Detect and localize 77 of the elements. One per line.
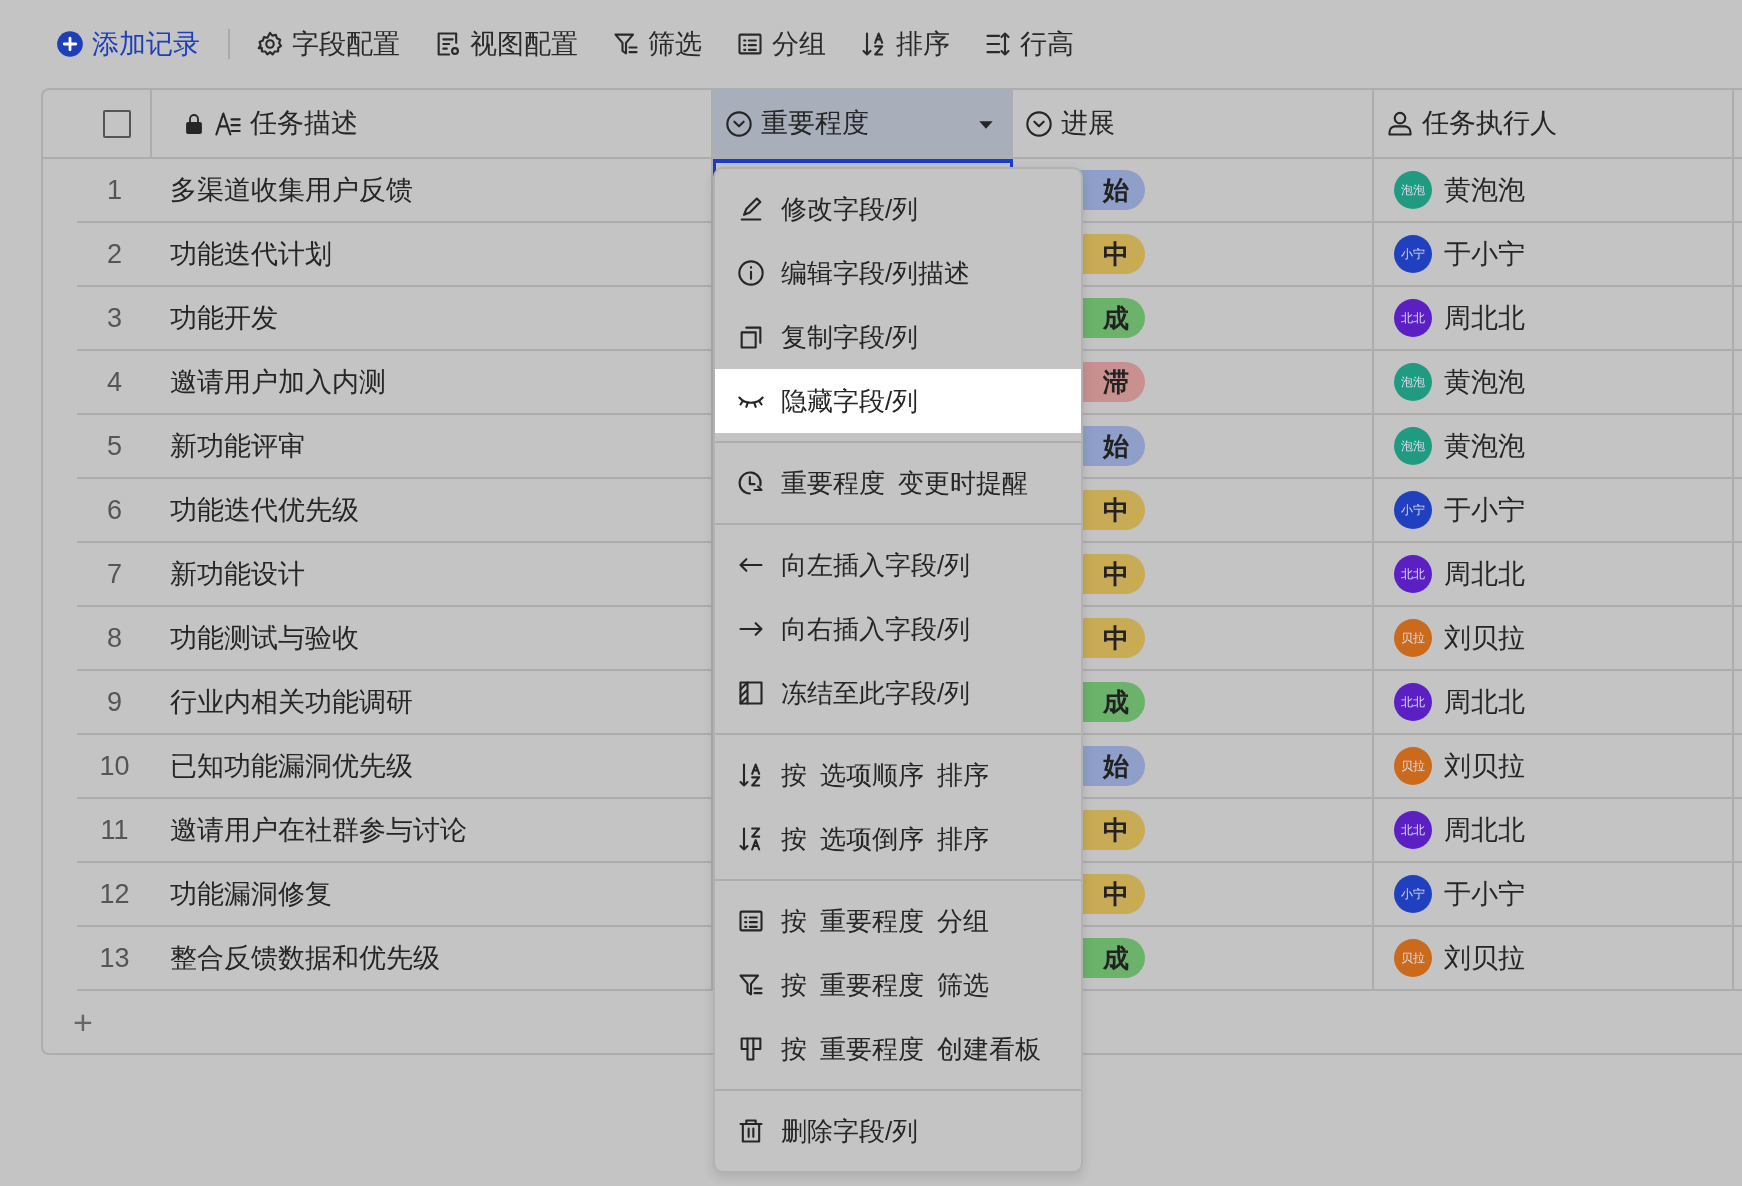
person-name: 周北北 <box>1444 813 1525 847</box>
menu-item[interactable]: 删除字段/列 <box>715 1099 1081 1163</box>
clock-icon <box>737 469 765 497</box>
avatar: 北北 <box>1394 555 1432 593</box>
person-name: 周北北 <box>1444 685 1525 719</box>
table-cell-text: 邀请用户在社群参与讨论 <box>170 813 467 847</box>
row-number: 7 <box>107 557 122 591</box>
person-name: 刘贝拉 <box>1444 621 1525 655</box>
table-cell-text: 整合反馈数据和优先级 <box>170 941 440 975</box>
row-number: 4 <box>107 365 122 399</box>
column-header[interactable]: 进展 <box>1013 90 1374 157</box>
table-cell-text: 功能迭代计划 <box>170 237 332 271</box>
menu-item[interactable]: 按 重要程度 创建看板 <box>715 1017 1081 1081</box>
dropdown-field-icon <box>725 109 753 138</box>
table-cell-text: 功能开发 <box>170 301 278 335</box>
table-cell-text: 功能漏洞修复 <box>170 877 332 911</box>
menu-item[interactable]: 隐藏字段/列 <box>715 369 1081 433</box>
toolbar-button[interactable]: 筛选 <box>602 19 712 69</box>
row-number: 2 <box>107 237 122 271</box>
person-name: 黄泡泡 <box>1444 173 1525 207</box>
avatar: 贝拉 <box>1394 939 1432 977</box>
row-number: 5 <box>107 429 122 463</box>
row-number: 13 <box>99 941 130 975</box>
avatar: 泡泡 <box>1394 171 1432 209</box>
person-name: 于小宁 <box>1444 493 1525 527</box>
person-name: 黄泡泡 <box>1444 429 1525 463</box>
toolbar-button[interactable]: 字段配置 <box>246 19 410 69</box>
avatar: 小宁 <box>1394 491 1432 529</box>
person-name: 于小宁 <box>1444 877 1525 911</box>
avatar: 小宁 <box>1394 235 1432 273</box>
person-name: 周北北 <box>1444 301 1525 335</box>
row-number: 11 <box>100 813 129 847</box>
toolbar-button[interactable]: 行高 <box>974 19 1084 69</box>
avatar: 泡泡 <box>1394 363 1432 401</box>
table-cell-text: 行业内相关功能调研 <box>170 685 413 719</box>
avatar: 贝拉 <box>1394 747 1432 785</box>
table-cell-text: 功能测试与验收 <box>170 621 359 655</box>
row-number: 8 <box>107 621 122 655</box>
table-cell-text: 功能迭代优先级 <box>170 493 359 527</box>
toolbar-button[interactable]: 视图配置 <box>424 19 588 69</box>
checkbox[interactable] <box>102 109 131 138</box>
dropdown-field-icon <box>1025 109 1053 138</box>
toolbar-button[interactable]: 添加记录 <box>46 19 210 69</box>
person-name: 黄泡泡 <box>1444 365 1525 399</box>
row-number: 3 <box>107 301 122 335</box>
column-header[interactable]: 重要程度 <box>713 90 1013 157</box>
row-number: 6 <box>107 493 122 527</box>
add-icon <box>56 30 84 58</box>
info-icon <box>737 259 765 287</box>
row-height-icon <box>984 30 1012 58</box>
person-name: 于小宁 <box>1444 237 1525 271</box>
avatar: 北北 <box>1394 299 1432 337</box>
row-number: 12 <box>99 877 130 911</box>
column-header[interactable]: 任务执行人 <box>1374 90 1734 157</box>
trash-icon <box>737 1117 765 1145</box>
avatar: 贝拉 <box>1394 619 1432 657</box>
row-number: 9 <box>107 685 122 719</box>
avatar: 小宁 <box>1394 875 1432 913</box>
person-name: 周北北 <box>1444 557 1525 591</box>
avatar: 北北 <box>1394 683 1432 721</box>
table-cell-text: 新功能设计 <box>170 557 305 591</box>
toolbar-button[interactable]: 排序 <box>850 19 960 69</box>
person-icon <box>1386 109 1414 138</box>
settings-icon <box>256 30 284 58</box>
table-cell-text: 邀请用户加入内测 <box>170 365 386 399</box>
person-name: 刘贝拉 <box>1444 749 1525 783</box>
avatar: 北北 <box>1394 811 1432 849</box>
text-field-icon <box>214 109 242 138</box>
toolbar-button[interactable]: 分组 <box>726 19 836 69</box>
table-cell-text: 多渠道收集用户反馈 <box>170 173 413 207</box>
avatar: 泡泡 <box>1394 427 1432 465</box>
table-cell-text: 新功能评审 <box>170 429 305 463</box>
freeze-column-icon <box>737 679 765 707</box>
row-number: 1 <box>107 173 122 207</box>
person-name: 刘贝拉 <box>1444 941 1525 975</box>
row-number: 10 <box>99 749 130 783</box>
table-cell-text: 已知功能漏洞优先级 <box>170 749 413 783</box>
